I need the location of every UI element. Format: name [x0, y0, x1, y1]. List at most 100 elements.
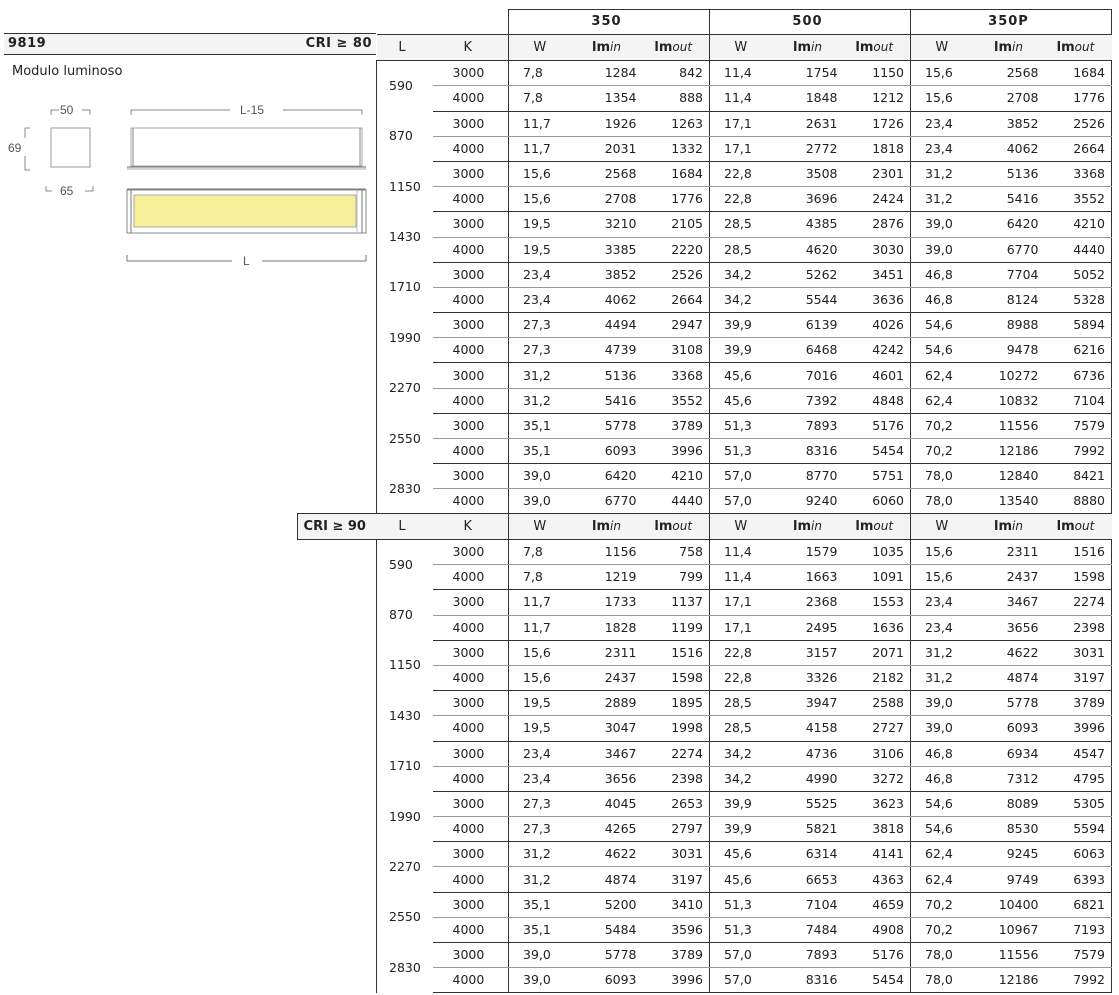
value-cell: 19,5 — [508, 211, 576, 238]
value-cell: 35,1 — [508, 413, 576, 440]
value-cell: 5328 — [1044, 287, 1112, 314]
value-cell: 1828 — [575, 615, 643, 641]
value-cell: 39,0 — [910, 715, 978, 742]
col-l-header: L — [376, 513, 433, 540]
dim-length-label: L — [243, 254, 250, 268]
value-cell: 8124 — [977, 287, 1045, 314]
value-cell: 3410 — [642, 892, 710, 918]
kelvin-cell: 4000 — [432, 388, 509, 414]
value-cell: 31,2 — [508, 362, 576, 389]
value-cell: 7579 — [1044, 942, 1112, 969]
length-cell: 870 — [376, 111, 433, 162]
group-header: 350 — [508, 8, 710, 36]
kelvin-cell: 3000 — [432, 413, 509, 440]
value-cell: 13540 — [977, 488, 1045, 515]
value-cell: 19,5 — [508, 237, 576, 263]
cri-label: CRI ≥ 90 — [297, 513, 377, 540]
value-cell: 3326 — [776, 665, 844, 692]
value-cell: 5484 — [575, 917, 643, 944]
value-cell: 8530 — [977, 816, 1045, 843]
value-cell: 7893 — [776, 942, 844, 969]
length-cell: 590 — [376, 539, 433, 590]
kelvin-cell: 4000 — [432, 237, 509, 263]
value-cell: 4062 — [575, 287, 643, 314]
value-cell: 7579 — [1044, 413, 1112, 440]
value-cell: 31,2 — [508, 866, 576, 893]
value-cell: 7,8 — [508, 564, 576, 591]
value-cell: 2889 — [575, 690, 643, 717]
kelvin-cell: 3000 — [432, 690, 509, 717]
value-cell: 6770 — [977, 237, 1045, 263]
value-cell: 6736 — [1044, 362, 1112, 389]
length-cell: 2550 — [376, 892, 433, 943]
table-row: 2550 3000 35,1 5200 3410 51,3 7104 4659 70,2 1040… — [298, 892, 1112, 943]
value-cell: 1598 — [1044, 564, 1112, 591]
value-cell: 2398 — [1044, 615, 1112, 641]
value-cell: 1156 — [575, 539, 643, 566]
value-cell: 3031 — [642, 841, 710, 868]
value-cell: 758 — [642, 539, 710, 566]
value-cell: 57,0 — [709, 463, 777, 490]
value-cell: 39,0 — [508, 967, 576, 994]
kelvin-cell: 4000 — [432, 615, 509, 641]
value-cell: 4242 — [843, 337, 911, 364]
value-cell: 9240 — [776, 488, 844, 515]
value-cell: 2876 — [843, 211, 911, 238]
value-cell: 5751 — [843, 463, 911, 490]
value-cell: 7992 — [1044, 438, 1112, 465]
value-cell: 34,2 — [709, 766, 777, 792]
length-cell: 1150 — [376, 161, 433, 212]
value-cell: 12840 — [977, 463, 1045, 490]
value-cell: 4739 — [575, 337, 643, 364]
value-cell: 2526 — [642, 262, 710, 288]
value-cell: 4620 — [776, 237, 844, 263]
value-cell: 70,2 — [910, 892, 978, 918]
value-cell: 5136 — [575, 362, 643, 389]
value-cell: 46,8 — [910, 262, 978, 288]
table-row: 870 3000 11,7 1926 1263 17,1 2631 1726 23,4 3852 2… — [376, 111, 1112, 162]
value-cell: 51,3 — [709, 438, 777, 465]
table-row: 4000 31,2 5416 3552 45,6 7392 4848 62,4 10832 710… — [377, 388, 1112, 414]
kelvin-cell: 3000 — [432, 211, 509, 238]
length-cell: 1710 — [376, 741, 433, 792]
value-cell: 1284 — [575, 60, 643, 87]
value-cell: 23,4 — [910, 136, 978, 162]
value-cell: 1818 — [843, 136, 911, 162]
value-cell: 5594 — [1044, 816, 1112, 843]
value-cell: 2708 — [575, 186, 643, 213]
value-cell: 27,3 — [508, 816, 576, 843]
table-row: 1710 3000 23,4 3467 2274 34,2 4736 3106 46,8 6934… — [298, 741, 1112, 792]
value-cell: 7,8 — [508, 60, 576, 87]
value-cell: 6093 — [977, 715, 1045, 742]
value-cell: 6314 — [776, 841, 844, 868]
value-cell: 2437 — [977, 564, 1045, 591]
photometric-table: CRI ≥ 90 L K Wlmin lmout Wlmin lmout Wlmin lmout… — [297, 513, 1112, 994]
kelvin-cell: 4000 — [432, 766, 509, 792]
value-cell: 57,0 — [709, 942, 777, 969]
dim-height-label: 69 — [8, 141, 22, 155]
value-cell: 4045 — [575, 791, 643, 818]
value-cell: 1776 — [1044, 85, 1112, 112]
length-cell: 1430 — [376, 211, 433, 263]
col-w-header: W — [709, 34, 777, 62]
value-cell: 15,6 — [910, 539, 978, 566]
value-cell: 4736 — [776, 741, 844, 767]
value-cell: 3818 — [843, 816, 911, 843]
value-cell: 9749 — [977, 866, 1045, 893]
value-cell: 8089 — [977, 791, 1045, 818]
value-cell: 3385 — [575, 237, 643, 263]
value-cell: 7104 — [1044, 388, 1112, 414]
value-cell: 3552 — [642, 388, 710, 414]
value-cell: 39,9 — [709, 791, 777, 818]
value-cell: 23,4 — [910, 111, 978, 137]
value-cell: 57,0 — [709, 967, 777, 994]
value-cell: 23,4 — [508, 262, 576, 288]
value-cell: 5821 — [776, 816, 844, 843]
group-header-row: 350 500 350P — [376, 8, 1112, 36]
kelvin-cell: 4000 — [432, 186, 509, 213]
length-cell: 870 — [376, 589, 433, 641]
value-cell: 3996 — [1044, 715, 1112, 742]
value-cell: 15,6 — [508, 640, 576, 666]
value-cell: 15,6 — [508, 665, 576, 692]
value-cell: 2437 — [575, 665, 643, 692]
